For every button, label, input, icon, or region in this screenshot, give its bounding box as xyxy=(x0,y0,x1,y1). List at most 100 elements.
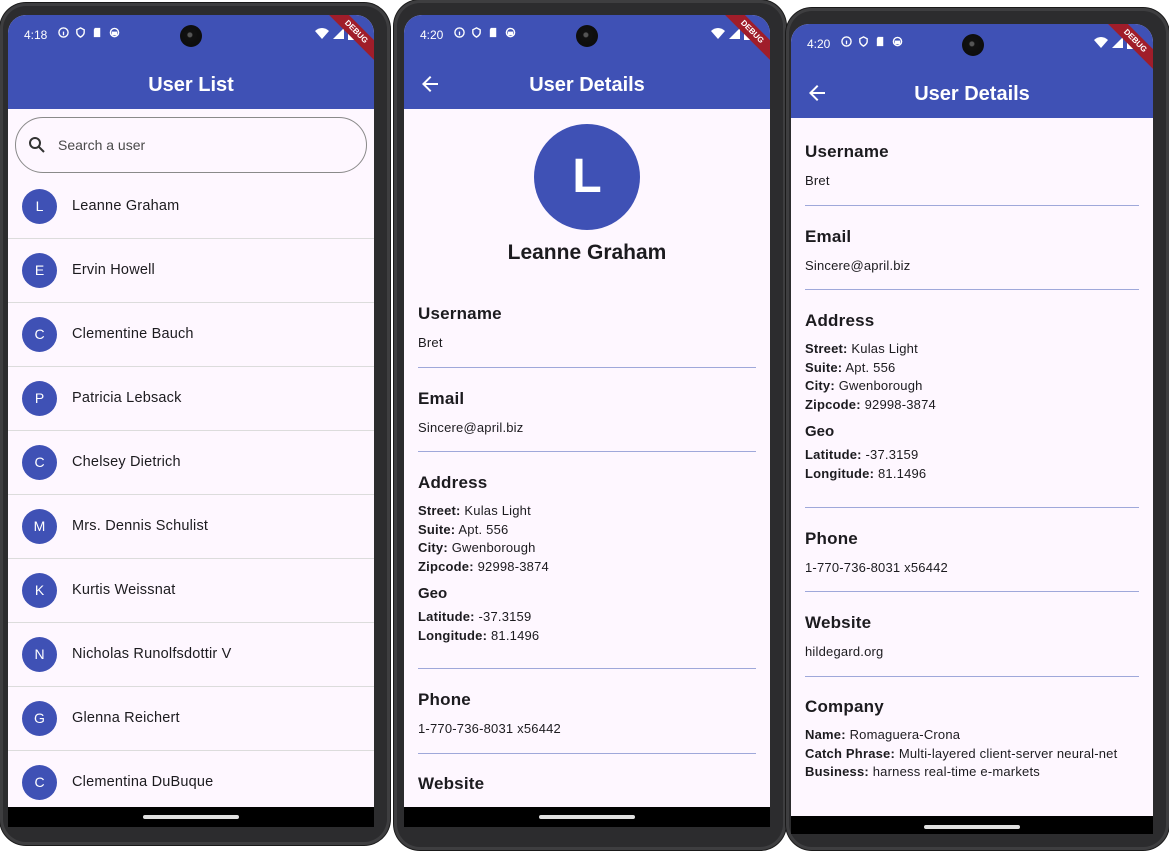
field-label: City: xyxy=(805,378,835,394)
field-label: Latitude: xyxy=(805,446,862,462)
list-item[interactable]: M Mrs. Dennis Schulist xyxy=(8,495,374,559)
username-section: Username Bret xyxy=(805,142,1139,188)
avatar: M xyxy=(22,509,57,544)
app-bar: 4:18 DEBUG User List xyxy=(8,15,374,109)
section-heading: Username xyxy=(418,304,502,323)
avatar: K xyxy=(22,573,57,608)
list-item[interactable]: G Glenna Reichert xyxy=(8,687,374,751)
street-value: Kulas Light xyxy=(851,341,918,356)
geo-heading: Geo xyxy=(805,422,835,440)
username-value: Bret xyxy=(418,335,443,350)
latitude-line: Latitude: -37.3159 xyxy=(805,446,1139,465)
list-item[interactable]: C Chelsey Dietrich xyxy=(8,431,374,495)
catch-phrase-value: Multi-layered client-server neural-net xyxy=(898,745,1118,761)
shield-icon xyxy=(472,27,481,38)
home-indicator[interactable] xyxy=(924,825,1020,829)
latitude-line: Latitude: -37.3159 xyxy=(418,608,756,627)
city-line: City: Gwenborough xyxy=(805,377,1139,396)
user-full-name: Leanne Graham xyxy=(507,241,667,264)
user-name: Glenna Reichert xyxy=(72,710,180,726)
signal-icon xyxy=(1112,37,1123,48)
field-label: City: xyxy=(418,540,448,556)
field-label: Catch Phrase: xyxy=(805,745,896,761)
divider xyxy=(805,205,1139,206)
section-heading: Website xyxy=(805,613,872,632)
list-item[interactable]: K Kurtis Weissnat xyxy=(8,559,374,623)
divider xyxy=(418,451,756,452)
field-label: Street: xyxy=(418,503,461,518)
user-name: Patricia Lebsack xyxy=(72,390,182,406)
phone-section: Phone 1-770-736-8031 x56442 xyxy=(805,529,1139,575)
street-value: Kulas Light xyxy=(464,503,531,518)
status-time: 4:18 xyxy=(24,28,48,42)
field-label: Longitude: xyxy=(805,465,875,481)
phone-frame-user-list: 4:18 DEBUG User List Search a user L Lea… xyxy=(0,3,390,845)
app-bar: 4:20 DEBUG User Details xyxy=(791,24,1153,118)
longitude-line: Longitude: 81.1496 xyxy=(805,465,1139,484)
longitude-value: 81.1496 xyxy=(490,627,540,643)
front-camera xyxy=(576,25,598,47)
sync-icon xyxy=(109,27,120,38)
zipcode-line: Zipcode: 92998-3874 xyxy=(805,396,1139,415)
app-bar: 4:20 DEBUG User Details xyxy=(404,15,770,109)
avatar: N xyxy=(22,637,57,672)
home-indicator[interactable] xyxy=(539,815,635,819)
list-item[interactable]: C Clementine Bauch xyxy=(8,303,374,367)
email-value: Sincere@april.biz xyxy=(805,258,911,273)
wifi-icon xyxy=(315,28,329,39)
divider xyxy=(805,676,1139,677)
list-item[interactable]: P Patricia Lebsack xyxy=(8,367,374,431)
suite-line: Suite: Apt. 556 xyxy=(805,359,1139,378)
field-label: Zipcode: xyxy=(418,559,474,575)
zipcode-line: Zipcode: 92998-3874 xyxy=(418,558,756,577)
divider xyxy=(418,753,756,754)
section-heading: Phone xyxy=(805,529,858,548)
list-item[interactable]: L Leanne Graham xyxy=(8,175,374,239)
company-name-line: Name: Romaguera-Crona xyxy=(805,726,1139,745)
signal-icon xyxy=(729,28,740,39)
divider xyxy=(805,507,1139,508)
list-item[interactable]: C Clementina DuBuque xyxy=(8,751,374,815)
list-item[interactable]: E Ervin Howell xyxy=(8,239,374,303)
debug-banner: DEBUG xyxy=(1101,24,1153,75)
front-camera xyxy=(962,34,984,56)
section-heading: Address xyxy=(805,311,875,330)
search-input[interactable]: Search a user xyxy=(15,117,367,173)
company-name-value: Romaguera-Crona xyxy=(849,727,961,742)
divider xyxy=(805,591,1139,592)
user-name: Mrs. Dennis Schulist xyxy=(72,518,209,534)
longitude-value: 81.1496 xyxy=(877,465,927,481)
user-details-screen: 4:20 DEBUG User Details L Leanne Graham … xyxy=(404,15,770,827)
list-item[interactable]: N Nicholas Runolfsdottir V xyxy=(8,623,374,687)
avatar: L xyxy=(22,189,57,224)
suite-value: Apt. 556 xyxy=(458,521,509,537)
field-label: Suite: xyxy=(418,521,456,537)
section-heading: Email xyxy=(805,227,852,246)
shield-icon xyxy=(859,36,868,47)
status-bar: 4:20 DEBUG xyxy=(791,24,1153,75)
field-label: Business: xyxy=(805,764,869,780)
user-name: Clementina DuBuque xyxy=(72,774,214,790)
page-title: User Details xyxy=(914,83,1030,105)
field-label: Suite: xyxy=(805,359,843,375)
city-value: Gwenborough xyxy=(451,540,536,556)
email-section: Email Sincere@april.biz xyxy=(418,389,756,435)
user-details-scrolled-screen: 4:20 DEBUG User Details Username Bret Em… xyxy=(791,24,1153,834)
sd-card-icon xyxy=(876,36,884,47)
avatar: C xyxy=(22,765,57,800)
city-line: City: Gwenborough xyxy=(418,539,756,558)
debug-banner: DEBUG xyxy=(322,15,374,66)
business-value: harness real-time e-markets xyxy=(872,764,1040,780)
website-section: Website hildegard.org xyxy=(805,613,1139,659)
email-value: Sincere@april.biz xyxy=(418,420,524,435)
field-label: Zipcode: xyxy=(805,397,861,413)
info-icon xyxy=(454,27,465,38)
city-value: Gwenborough xyxy=(838,378,923,394)
sync-icon xyxy=(505,27,516,38)
system-nav-bar xyxy=(404,807,770,827)
section-heading: Website xyxy=(418,774,485,793)
home-indicator[interactable] xyxy=(143,815,239,819)
zipcode-value: 92998-3874 xyxy=(477,559,549,575)
search-icon xyxy=(29,137,45,153)
divider xyxy=(418,668,756,669)
